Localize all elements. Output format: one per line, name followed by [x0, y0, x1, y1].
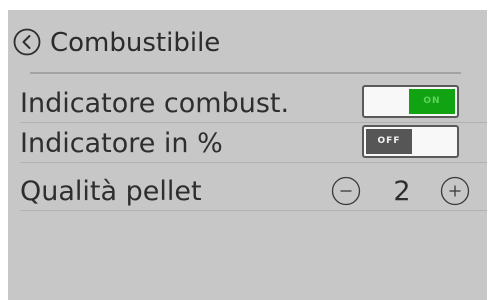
- settings-panel: Combustibile Indicatore combust. ON Indi…: [8, 10, 487, 300]
- header-divider: [30, 72, 461, 74]
- row-divider: [20, 122, 487, 123]
- toggle-on-knob: ON: [409, 89, 455, 114]
- header: Combustibile: [8, 10, 487, 74]
- row-divider: [20, 210, 487, 211]
- pellet-quality-label: Qualità pellet: [20, 176, 202, 207]
- page-title: Combustibile: [50, 28, 221, 58]
- row-divider: [20, 162, 487, 163]
- percent-indicator-row: Indicatore in % OFF: [20, 124, 487, 163]
- increment-button[interactable]: [439, 175, 471, 207]
- back-chevron-icon: [13, 28, 41, 56]
- pellet-quality-row: Qualità pellet 2: [20, 172, 487, 211]
- percent-indicator-label: Indicatore in %: [20, 128, 223, 159]
- fuel-indicator-toggle[interactable]: ON: [362, 85, 459, 118]
- pellet-quality-value: 2: [393, 176, 411, 207]
- fuel-indicator-row: Indicatore combust. ON: [20, 84, 487, 123]
- plus-icon: [440, 176, 470, 206]
- minus-icon: [331, 176, 361, 206]
- back-button[interactable]: [12, 27, 42, 57]
- decrement-button[interactable]: [330, 175, 362, 207]
- fuel-indicator-label: Indicatore combust.: [20, 88, 290, 119]
- toggle-off-knob: OFF: [366, 129, 412, 154]
- percent-indicator-toggle[interactable]: OFF: [362, 125, 459, 158]
